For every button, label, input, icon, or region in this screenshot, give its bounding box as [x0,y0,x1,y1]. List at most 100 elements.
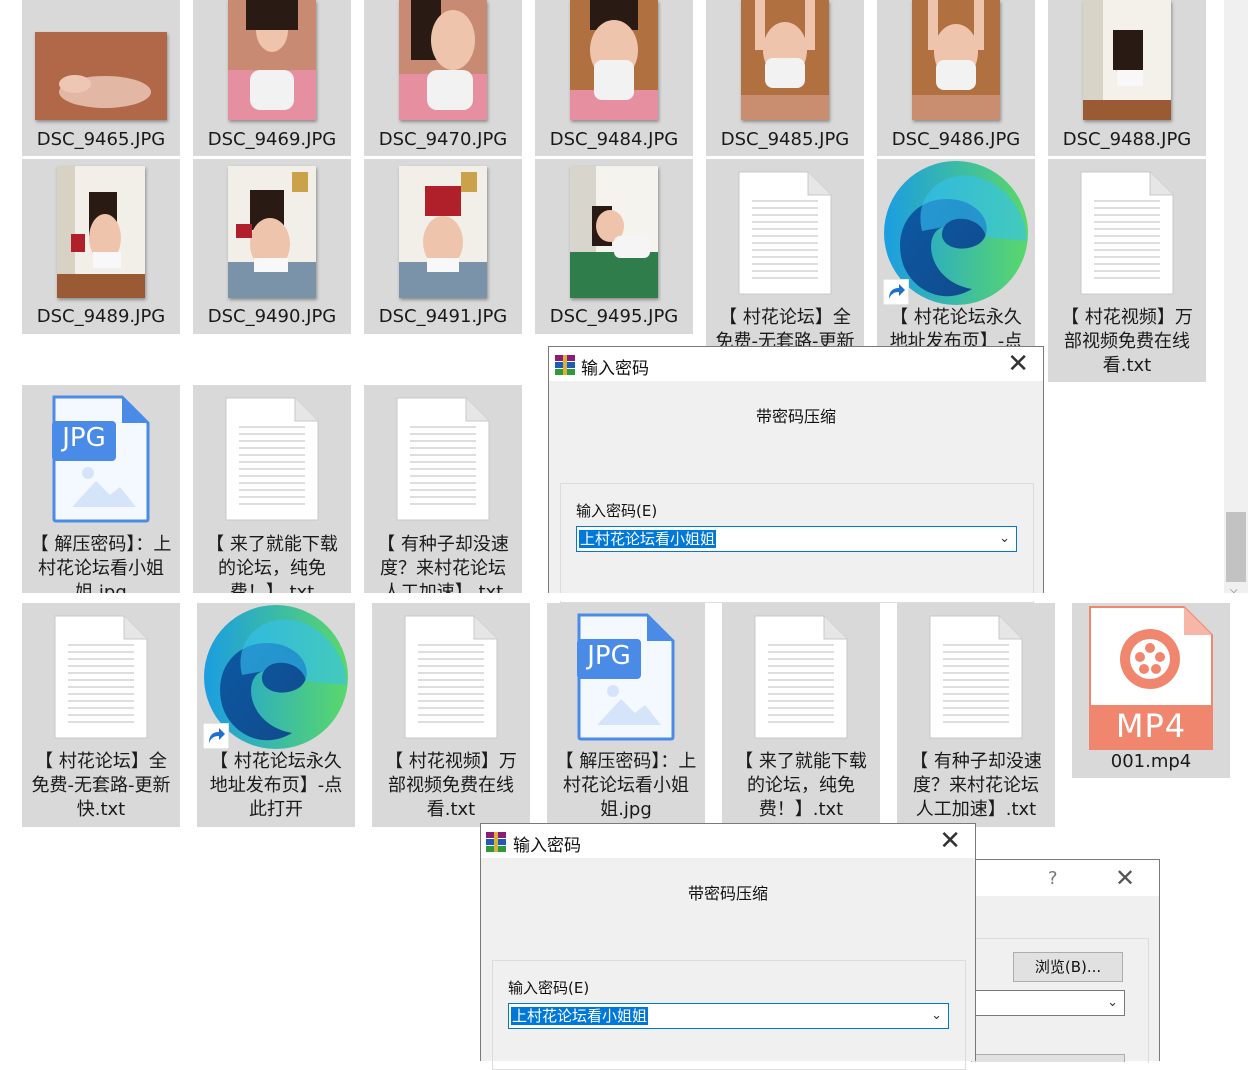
file-name: DSC_9490.JPG [207,306,337,327]
file-tile[interactable]: 【 村花论坛永久地址发布页】-点此打开 [877,159,1035,347]
jpg-file-icon [577,613,675,741]
file-name: DSC_9465.JPG [36,129,166,150]
photo-thumbnail [228,0,316,120]
photo-thumbnail [570,0,658,120]
path-combo[interactable]: ⌄ [971,990,1125,1016]
jpg-badge: JPG [62,423,106,453]
photo-thumbnail [741,0,829,120]
file-tile[interactable]: DSC_9491.JPG [364,159,522,334]
file-tile[interactable]: 【 来了就能下载的论坛，纯免费！】.txt [193,385,351,593]
file-name: DSC_9489.JPG [36,306,166,327]
file-tile[interactable]: DSC_9486.JPG [877,0,1035,156]
file-tile[interactable]: 【 村花视频】万部视频免费在线看.txt [1048,159,1206,382]
text-document-icon [754,615,848,739]
scrollbar[interactable]: ⌵ [1224,0,1248,596]
file-name: 【 村花论坛永久地址发布页】-点此打开 [209,751,343,820]
file-name: 【 村花论坛永久地址发布页】-点此打开 [889,307,1023,347]
file-tile[interactable]: DSC_9489.JPG [22,159,180,334]
file-tile[interactable]: 【 有种子却没速度？来村花论坛人工加速】.txt [897,603,1055,827]
password-dialog: 输入密码 ✕ 带密码压缩 输入密码(E) 上村花论坛看小姐姐 ⌄ [480,823,976,1070]
file-tile[interactable]: DSC_9484.JPG [535,0,693,156]
file-tile[interactable]: 【 来了就能下载的论坛，纯免费！】.txt [722,603,880,827]
text-document-icon [54,615,148,739]
dialog-titlebar: 输入密码 ✕ [481,824,975,858]
file-name: DSC_9486.JPG [891,129,1021,150]
file-name: 【 解压密码】：上村花论坛看小姐姐.jpg [555,751,697,820]
file-tile[interactable]: DSC_9495.JPG [535,159,693,334]
winrar-icon [555,355,575,375]
file-name: 【 来了就能下载的论坛，纯免费！】.txt [206,534,338,593]
chevron-down-icon[interactable]: ⌄ [999,527,1010,551]
close-icon[interactable]: ✕ [1115,864,1135,892]
file-tile[interactable]: MP4 001.mp4 [1072,603,1230,778]
file-name: 【 村花视频】万部视频免费在线看.txt [1061,307,1193,376]
file-tile[interactable]: DSC_9490.JPG [193,159,351,334]
text-document-icon [929,615,1023,739]
photo-thumbnail [399,166,487,298]
password-value: 上村花论坛看小姐姐 [511,1007,649,1025]
file-tile[interactable]: 【 村花论坛永久地址发布页】-点此打开 [197,603,355,827]
password-dialog: 输入密码 ✕ 带密码压缩 输入密码(E) 上村花论坛看小姐姐 ⌄ [548,346,1044,603]
file-name: 【 有种子却没速度？来村花论坛人工加速】.txt [910,751,1042,820]
file-name: 【 村花论坛】全免费-无套路-更新快.txt [715,307,855,347]
browse-button[interactable]: 浏览(B)... [1013,952,1123,982]
shortcut-arrow-icon [883,279,909,305]
password-input[interactable]: 上村花论坛看小姐姐 ⌄ [508,1003,949,1029]
photo-thumbnail [35,32,167,120]
dialog-title: 输入密码 [581,359,649,379]
password-value: 上村花论坛看小姐姐 [579,530,717,548]
file-name: DSC_9484.JPG [549,129,679,150]
photo-thumbnail [57,166,145,298]
chevron-down-icon[interactable]: ⌄ [931,1004,942,1028]
photo-thumbnail [570,166,658,298]
file-tile[interactable]: JPG 【 解压密码】：上村花论坛看小姐姐.jpg [547,603,705,827]
file-name: DSC_9491.JPG [378,306,508,327]
mp4-badge: MP4 [1115,707,1187,745]
text-document-icon [738,171,832,295]
jpg-badge: JPG [587,641,631,671]
file-tile[interactable]: 【 有种子却没速度？来村花论坛人工加速】.txt [364,385,522,593]
file-name: DSC_9485.JPG [720,129,850,150]
password-input[interactable]: 上村花论坛看小姐姐 ⌄ [576,526,1017,552]
photo-thumbnail [399,0,487,120]
jpg-file-icon [52,395,150,523]
file-tile[interactable]: DSC_9488.JPG [1048,0,1206,156]
close-icon[interactable]: ✕ [1007,349,1029,379]
file-name: 【 村花视频】万部视频免费在线看.txt [385,751,517,820]
shortcut-arrow-icon [203,723,229,749]
password-label: 输入密码(E) [508,979,590,997]
text-document-icon [396,397,490,521]
text-document-icon [1080,171,1174,295]
file-tile[interactable]: DSC_9465.JPG [22,0,180,156]
window-gap [0,593,1248,601]
photo-thumbnail [912,0,1000,120]
file-name: DSC_9495.JPG [549,306,679,327]
file-name: 001.mp4 [1110,751,1192,772]
close-icon[interactable]: ✕ [939,826,961,856]
file-name: 【 解压密码】：上村花论坛看小姐姐.jpg [30,534,172,593]
winrar-icon [486,832,506,852]
dialog-subtitle: 带密码压缩 [687,884,768,903]
file-name: 【 村花论坛】全免费-无套路-更新快.txt [31,751,171,820]
dialog-subtitle: 带密码压缩 [755,407,836,426]
dialog-title: 输入密码 [513,836,581,856]
text-document-icon [404,615,498,739]
password-label: 输入密码(E) [576,502,658,520]
text-document-icon [225,397,319,521]
file-tile[interactable]: DSC_9470.JPG [364,0,522,156]
scrollbar-thumb[interactable] [1226,512,1246,582]
chevron-down-icon[interactable]: ⌄ [1107,991,1118,1015]
help-icon[interactable]: ? [1048,868,1058,889]
file-tile[interactable]: DSC_9469.JPG [193,0,351,156]
file-tile[interactable]: JPG 【 解压密码】：上村花论坛看小姐姐.jpg [22,385,180,593]
photo-thumbnail [1083,0,1171,120]
file-name: DSC_9469.JPG [207,129,337,150]
file-tile[interactable]: DSC_9485.JPG [706,0,864,156]
dialog-titlebar: 输入密码 ✕ [549,347,1043,381]
file-tile[interactable]: 【 村花论坛】全免费-无套路-更新快.txt [22,603,180,827]
file-tile[interactable]: 【 村花视频】万部视频免费在线看.txt [372,603,530,827]
file-name: DSC_9488.JPG [1062,129,1192,150]
file-name: 【 有种子却没速度？来村花论坛人工加速】.txt [377,534,509,593]
file-name: 【 来了就能下载的论坛，纯免费！】.txt [735,751,867,820]
file-tile[interactable]: 【 村花论坛】全免费-无套路-更新快.txt [706,159,864,347]
